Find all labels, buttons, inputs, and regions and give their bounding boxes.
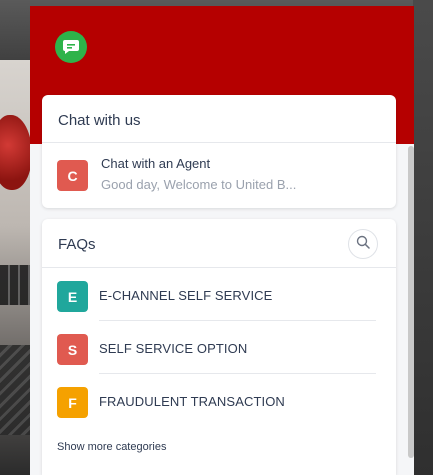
faq-category-e-channel-self-service[interactable]: E E-CHANNEL SELF SERVICE <box>42 269 396 321</box>
conversation-item[interactable]: C Chat with an Agent Good day, Welcome t… <box>42 143 396 205</box>
divider <box>99 320 376 321</box>
chat-bubble-icon <box>55 31 87 63</box>
divider <box>99 373 376 374</box>
faq-card-title: FAQs <box>58 236 96 253</box>
background-keyboard-lower <box>0 345 34 435</box>
category-label: E-CHANNEL SELF SERVICE <box>99 288 273 303</box>
chat-card-title: Chat with us <box>58 112 141 129</box>
conversation-name: Chat with an Agent <box>101 156 211 171</box>
search-button[interactable] <box>348 229 378 259</box>
conversation-preview: Good day, Welcome to United B... <box>101 177 297 192</box>
category-avatar: F <box>57 387 88 418</box>
faq-category-fraudulent-transaction[interactable]: F FRAUDULENT TRANSACTION <box>42 375 396 427</box>
conversation-avatar: C <box>57 160 88 191</box>
background-keyboard <box>0 265 34 305</box>
faq-category-self-service-option[interactable]: S SELF SERVICE OPTION <box>42 322 396 374</box>
show-more-categories-link[interactable]: Show more categories <box>57 441 166 453</box>
search-icon <box>356 235 370 254</box>
chat-card: Chat with us C Chat with an Agent Good d… <box>42 95 396 208</box>
background-right-edge <box>413 0 433 475</box>
widget-scrollbar[interactable] <box>408 146 414 458</box>
category-label: SELF SERVICE OPTION <box>99 341 248 356</box>
divider <box>42 267 396 268</box>
category-label: FRAUDULENT TRANSACTION <box>99 394 285 409</box>
category-avatar: S <box>57 334 88 365</box>
faq-card: FAQs E E-CHANNEL SELF SERVICE S SELF SER… <box>42 219 396 475</box>
category-avatar: E <box>57 281 88 312</box>
chat-widget: Chat with us C Chat with an Agent Good d… <box>30 6 414 475</box>
